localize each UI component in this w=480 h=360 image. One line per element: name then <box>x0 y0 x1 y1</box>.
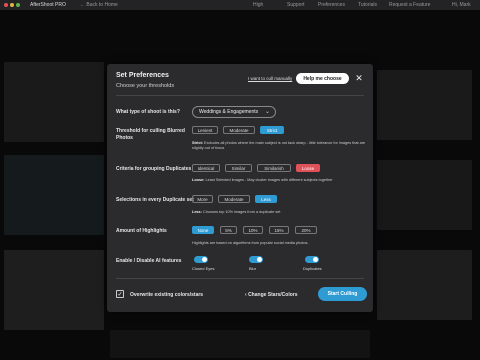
threshold-note-text: Excludes all photos where the main subje… <box>192 141 366 150</box>
start-culling-button[interactable]: Start Culling <box>318 287 367 301</box>
grouping-option-similarish[interactable]: Similarish <box>257 164 291 172</box>
blur-toggle[interactable] <box>249 256 263 263</box>
grouping-option-similar[interactable]: Similar <box>225 164 252 172</box>
highlights-option-none[interactable]: None <box>192 226 214 234</box>
threshold-note-title: Strict: <box>192 141 203 145</box>
overwrite-label: Overwrite existing colors/stars <box>130 292 204 298</box>
ai-features-label: Enable / Disable AI features <box>116 258 182 264</box>
tutorials-link[interactable]: Tutorials <box>358 2 377 8</box>
close-window-icon[interactable] <box>4 3 8 7</box>
preferences-link[interactable]: Preferences <box>318 2 345 8</box>
selections-note: Less: Chooses top 10% images from a dupl… <box>192 210 367 215</box>
threshold-option-moderate[interactable]: Moderate <box>223 126 255 134</box>
shoot-type-select[interactable]: Weddings & Engagements ⌄ <box>192 106 276 118</box>
footer-divider <box>116 278 364 279</box>
highlights-option-20[interactable]: 20% <box>295 226 317 234</box>
highlights-note: Highlights are based on algorithms from … <box>192 241 309 245</box>
selections-label: Selections in every Duplicate set <box>116 197 194 203</box>
threshold-option-lenient[interactable]: Lenient <box>192 126 218 134</box>
close-icon[interactable]: ✕ <box>353 72 365 84</box>
cull-manually-link[interactable]: I want to cull manually <box>248 76 292 81</box>
request-feature-link[interactable]: Request a Feature <box>389 2 430 8</box>
selections-option-moderate[interactable]: Moderate <box>218 195 250 203</box>
closed-eyes-toggle[interactable] <box>194 256 208 263</box>
highlights-option-5[interactable]: 5% <box>220 226 237 234</box>
chevron-down-icon: ⌄ <box>264 109 270 115</box>
grouping-label: Criteria for grouping Duplicates <box>116 166 192 172</box>
app-name: AfterShoot PRO <box>30 2 66 8</box>
maximize-window-icon[interactable] <box>16 3 20 7</box>
modal-subtitle: Choose your thresholds <box>116 83 175 89</box>
quality-selector[interactable]: High <box>253 2 263 8</box>
grouping-note-text: Least Selected images - May cluster imag… <box>205 178 333 182</box>
threshold-option-strict[interactable]: Strict <box>260 126 284 134</box>
change-stars-colors-text: Change Stars/Colors <box>248 292 298 298</box>
grouping-option-identical[interactable]: Identical <box>192 164 220 172</box>
selections-option-more[interactable]: More <box>192 195 213 203</box>
shoot-type-label: What type of shoot is this? <box>116 109 180 115</box>
change-stars-colors-link[interactable]: ‹ Change Stars/Colors <box>245 292 298 298</box>
highlights-option-15[interactable]: 15% <box>269 226 289 234</box>
highlights-option-10[interactable]: 10% <box>243 226 263 234</box>
window-controls[interactable] <box>4 3 20 7</box>
duplicates-label: Duplicates <box>303 266 322 271</box>
user-greeting[interactable]: Hi, Mark <box>452 2 471 8</box>
blur-threshold-label-line1: Threshold for culling Blurred <box>116 128 185 134</box>
minimize-window-icon[interactable] <box>10 3 14 7</box>
header-divider <box>116 95 364 96</box>
help-me-choose-button[interactable]: Help me choose <box>296 73 349 84</box>
selections-note-title: Less: <box>192 210 202 214</box>
duplicates-toggle[interactable] <box>305 256 319 263</box>
closed-eyes-label: Closed Eyes <box>192 266 215 271</box>
highlights-label: Amount of Highlights <box>116 228 167 234</box>
back-to-home-link[interactable]: ← Back to Home <box>80 2 118 8</box>
grouping-option-loose[interactable]: Loose <box>296 164 320 172</box>
overwrite-checkbox[interactable]: ✓ <box>116 290 124 298</box>
modal-title: Set Preferences <box>116 72 169 79</box>
blur-label: Blur <box>249 266 257 271</box>
blur-threshold-label-line2: Photos <box>116 135 133 141</box>
selections-option-less[interactable]: Less <box>255 195 277 203</box>
grouping-note: Loose: Least Selected images - May clust… <box>192 178 367 183</box>
selections-note-text: Chooses top 10% images from a duplicate … <box>202 210 281 214</box>
support-link[interactable]: Support <box>287 2 305 8</box>
threshold-note: Strict: Excludes all photos where the ma… <box>192 141 367 151</box>
shoot-type-value: Weddings & Engagements <box>199 109 259 115</box>
app-title-bar: AfterShoot PRO ← Back to Home High Suppo… <box>0 0 480 10</box>
blur-threshold-label: Threshold for culling Blurred Photos <box>116 128 185 142</box>
set-preferences-modal: Set Preferences Choose your thresholds I… <box>107 64 373 312</box>
checkmark-icon: ✓ <box>117 291 123 298</box>
grouping-note-title: Loose: <box>192 178 205 182</box>
